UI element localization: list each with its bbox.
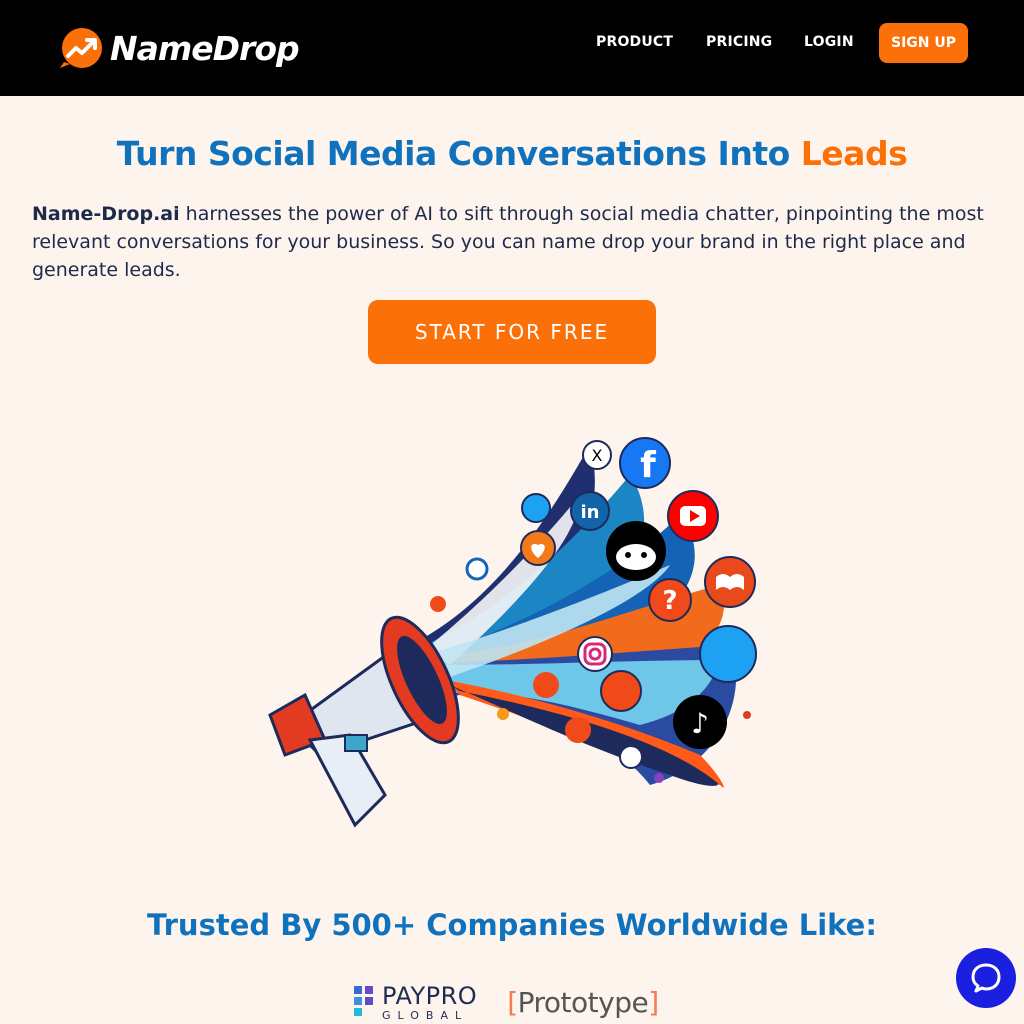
site-header: NameDrop PRODUCT PRICING LOGIN SIGN UP <box>0 0 1024 96</box>
hero-title-main: Turn Social Media Conversations Into <box>116 134 801 173</box>
x-icon: X <box>582 440 612 470</box>
facebook-icon: f <box>619 437 671 489</box>
twitter-icon <box>699 625 757 683</box>
start-for-free-button[interactable]: START FOR FREE <box>368 300 656 364</box>
svg-text:in: in <box>581 502 600 523</box>
paypro-sub: GLOBAL <box>382 1008 469 1022</box>
question-icon: ? <box>648 578 692 622</box>
instagram-icon <box>577 636 613 672</box>
megaphone-illustration: X f in ? ♪ <box>250 395 780 840</box>
twitter-icon <box>521 493 551 523</box>
prototype-bracket-close: ] <box>648 985 659 1019</box>
trusted-title: Trusted By 500+ Companies Worldwide Like… <box>147 908 877 942</box>
brand-logo[interactable]: NameDrop <box>56 26 300 70</box>
prototype-name: Prototype <box>517 985 649 1019</box>
paypro-logo: PAYPRO GLOBAL <box>354 984 477 1021</box>
brand-name: NameDrop <box>110 28 300 68</box>
hero-title: Turn Social Media Conversations Into Lea… <box>0 134 1024 173</box>
hero-description: Name-Drop.ai harnesses the power of AI t… <box>32 200 992 284</box>
youtube-icon <box>667 490 719 542</box>
dot-icon <box>497 708 509 720</box>
nav-product[interactable]: PRODUCT <box>596 34 673 50</box>
paypro-mark-icon <box>354 986 373 1016</box>
svg-text:f: f <box>640 445 656 486</box>
reddit-icon <box>606 521 666 581</box>
trend-arrow-icon <box>56 26 108 70</box>
speaker-icon <box>533 672 559 698</box>
svg-text:♪: ♪ <box>691 707 709 740</box>
chat-icon <box>971 963 1001 993</box>
c-icon <box>465 557 489 581</box>
svg-text:X: X <box>592 446 603 465</box>
dot-icon <box>619 745 643 769</box>
heart-icon <box>520 530 556 566</box>
dot-icon <box>430 596 446 612</box>
svg-text:?: ? <box>662 586 677 616</box>
prototype-logo: [Prototype] <box>507 985 659 1019</box>
hero-title-accent: Leads <box>800 134 908 173</box>
chart-icon <box>600 670 642 712</box>
signup-button[interactable]: SIGN UP <box>879 23 968 63</box>
linkedin-icon: in <box>570 491 610 531</box>
paypro-name: PAYPRO <box>382 981 478 1010</box>
nav-login[interactable]: LOGIN <box>804 34 854 50</box>
nav-pricing[interactable]: PRICING <box>706 34 772 50</box>
client-logos: PAYPRO GLOBAL [Prototype] <box>354 980 659 1024</box>
dot-icon <box>743 711 751 719</box>
hero-brand-name: Name-Drop.ai <box>32 203 180 225</box>
book-icon <box>704 556 756 608</box>
tiktok-icon: ♪ <box>673 695 727 749</box>
chat-widget-button[interactable] <box>956 948 1016 1008</box>
dot-icon <box>654 773 664 783</box>
prototype-bracket-open: [ <box>507 985 518 1019</box>
dot-icon <box>565 717 591 743</box>
